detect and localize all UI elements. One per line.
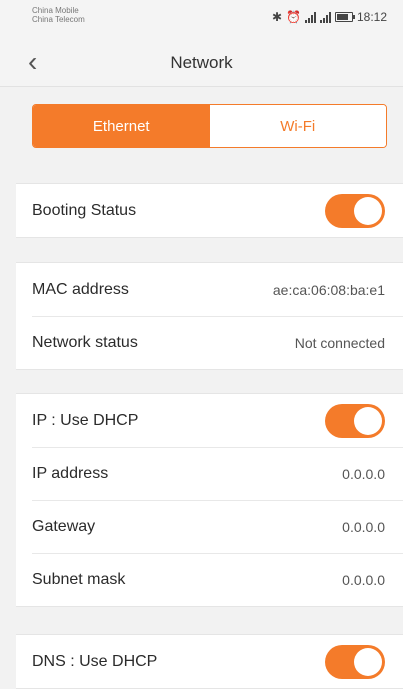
- dns-group: DNS : Use DHCP: [16, 634, 403, 689]
- tab-wifi[interactable]: Wi-Fi: [209, 105, 386, 147]
- subnet-mask-value: 0.0.0.0: [342, 571, 385, 588]
- subnet-mask-row: Subnet mask 0.0.0.0: [16, 553, 403, 606]
- tab-ethernet[interactable]: Ethernet: [33, 105, 210, 147]
- booting-group: Booting Status: [16, 183, 403, 238]
- network-status-value: Not connected: [294, 334, 385, 351]
- dns-dhcp-toggle[interactable]: [325, 644, 385, 679]
- dns-dhcp-label: DNS : Use DHCP: [32, 652, 158, 670]
- ip-address-value: 0.0.0.0: [342, 465, 385, 482]
- dns-dhcp-row: DNS : Use DHCP: [16, 635, 403, 688]
- network-status-label: Network status: [32, 333, 138, 351]
- ip-group: IP : Use DHCP IP address 0.0.0.0 Gateway…: [16, 393, 403, 607]
- status-icons: ✱ ⏰ 18:12: [272, 10, 387, 24]
- carrier-1: China Mobile: [32, 6, 79, 15]
- header: ‹ Network: [0, 40, 403, 87]
- gateway-label: Gateway: [32, 517, 96, 535]
- carrier-info: China Mobile China Telecom: [32, 6, 85, 24]
- signal-icon: [304, 11, 316, 23]
- gateway-row: Gateway 0.0.0.0: [16, 500, 403, 553]
- ip-address-row: IP address 0.0.0.0: [16, 447, 403, 500]
- status-bar: China Mobile China Telecom ✱ ⏰ 18:12: [0, 0, 403, 40]
- gateway-value: 0.0.0.0: [342, 518, 385, 535]
- booting-status-label: Booting Status: [32, 201, 137, 219]
- booting-status-toggle[interactable]: [325, 193, 385, 228]
- battery-icon: [334, 12, 355, 22]
- mac-address-row: MAC address ae:ca:06:08:ba:e1: [16, 263, 403, 316]
- carrier-2: China Telecom: [32, 15, 85, 24]
- alarm-icon: ⏰: [286, 10, 301, 24]
- clock: 18:12: [356, 10, 387, 24]
- device-info-group: MAC address ae:ca:06:08:ba:e1 Network st…: [16, 262, 403, 370]
- connection-type-segment: Ethernet Wi-Fi: [32, 104, 387, 148]
- subnet-mask-label: Subnet mask: [32, 570, 126, 588]
- ip-dhcp-toggle[interactable]: [325, 403, 385, 438]
- page-title: Network: [170, 53, 233, 72]
- signal-icon: [319, 11, 331, 23]
- mac-address-value: ae:ca:06:08:ba:e1: [272, 281, 385, 298]
- mac-address-label: MAC address: [32, 280, 129, 298]
- bluetooth-icon: ✱: [271, 10, 283, 24]
- network-status-row: Network status Not connected: [16, 316, 403, 369]
- ip-dhcp-row: IP : Use DHCP: [16, 394, 403, 447]
- booting-status-row: Booting Status: [16, 184, 403, 237]
- ip-dhcp-label: IP : Use DHCP: [32, 411, 139, 429]
- ip-address-label: IP address: [32, 464, 109, 482]
